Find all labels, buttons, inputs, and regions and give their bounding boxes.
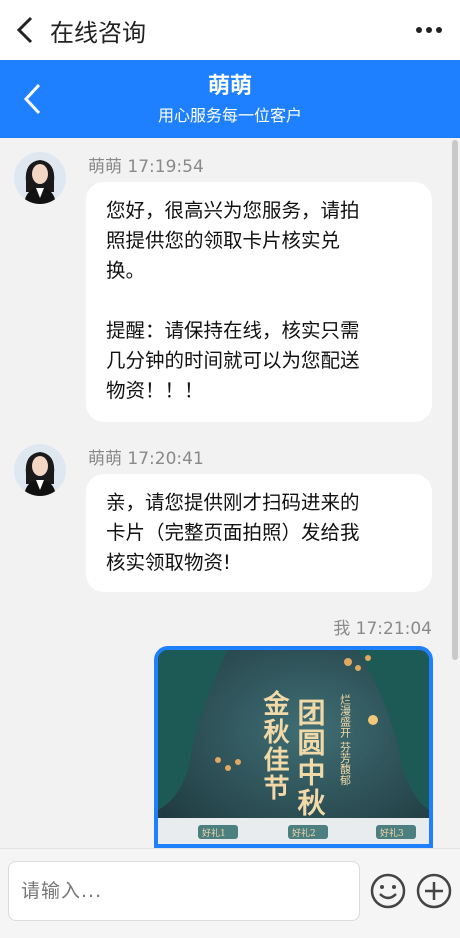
agent-message-bubble: 您好，很高兴为您服务，请拍 照提供您的领取卡片核实兑 换。 提醒：请保持在线，核… bbox=[86, 182, 432, 422]
more-dots-icon[interactable] bbox=[412, 14, 446, 46]
message-input[interactable] bbox=[8, 861, 360, 921]
photo-gift-3: 好礼3 bbox=[380, 827, 404, 839]
chat-scrollbar[interactable] bbox=[452, 140, 458, 660]
smiley-icon[interactable] bbox=[368, 871, 408, 911]
photo-subtitle: 烂漫盛开 芬芳馥郁 bbox=[339, 694, 352, 786]
top-app-bar: 在线咨询 bbox=[0, 0, 460, 60]
message-time: 萌萌 17:20:41 bbox=[88, 449, 204, 469]
message-time: 我 17:21:04 bbox=[333, 619, 432, 639]
agent-avatar[interactable] bbox=[14, 444, 66, 496]
chat-header: 萌萌 用心服务每一位客户 bbox=[0, 60, 460, 138]
photo-title-1: 金秋佳节 bbox=[259, 689, 290, 802]
photo-gift-1: 好礼1 bbox=[202, 827, 226, 839]
agent-slogan: 用心服务每一位客户 bbox=[157, 106, 302, 125]
agent-message-bubble: 亲，请您提供刚才扫码进来的 卡片（完整页面拍照）发给我 核实领取物资! bbox=[86, 474, 432, 592]
photo-title-2: 团圆中秋 bbox=[294, 698, 327, 818]
agent-avatar[interactable] bbox=[14, 152, 66, 204]
back-arrow-icon[interactable] bbox=[0, 0, 50, 60]
sent-photo[interactable]: 好礼1 好礼2 好礼3 金秋佳节 团圆中秋 烂漫盛开 芬芳馥郁 bbox=[154, 646, 433, 848]
agent-name: 萌萌 bbox=[207, 74, 252, 99]
page-title: 在线咨询 bbox=[50, 18, 146, 47]
message-time: 萌萌 17:19:54 bbox=[88, 157, 204, 177]
plus-circle-icon[interactable] bbox=[414, 871, 454, 911]
input-bar bbox=[0, 848, 460, 938]
photo-gift-2: 好礼2 bbox=[292, 827, 316, 839]
